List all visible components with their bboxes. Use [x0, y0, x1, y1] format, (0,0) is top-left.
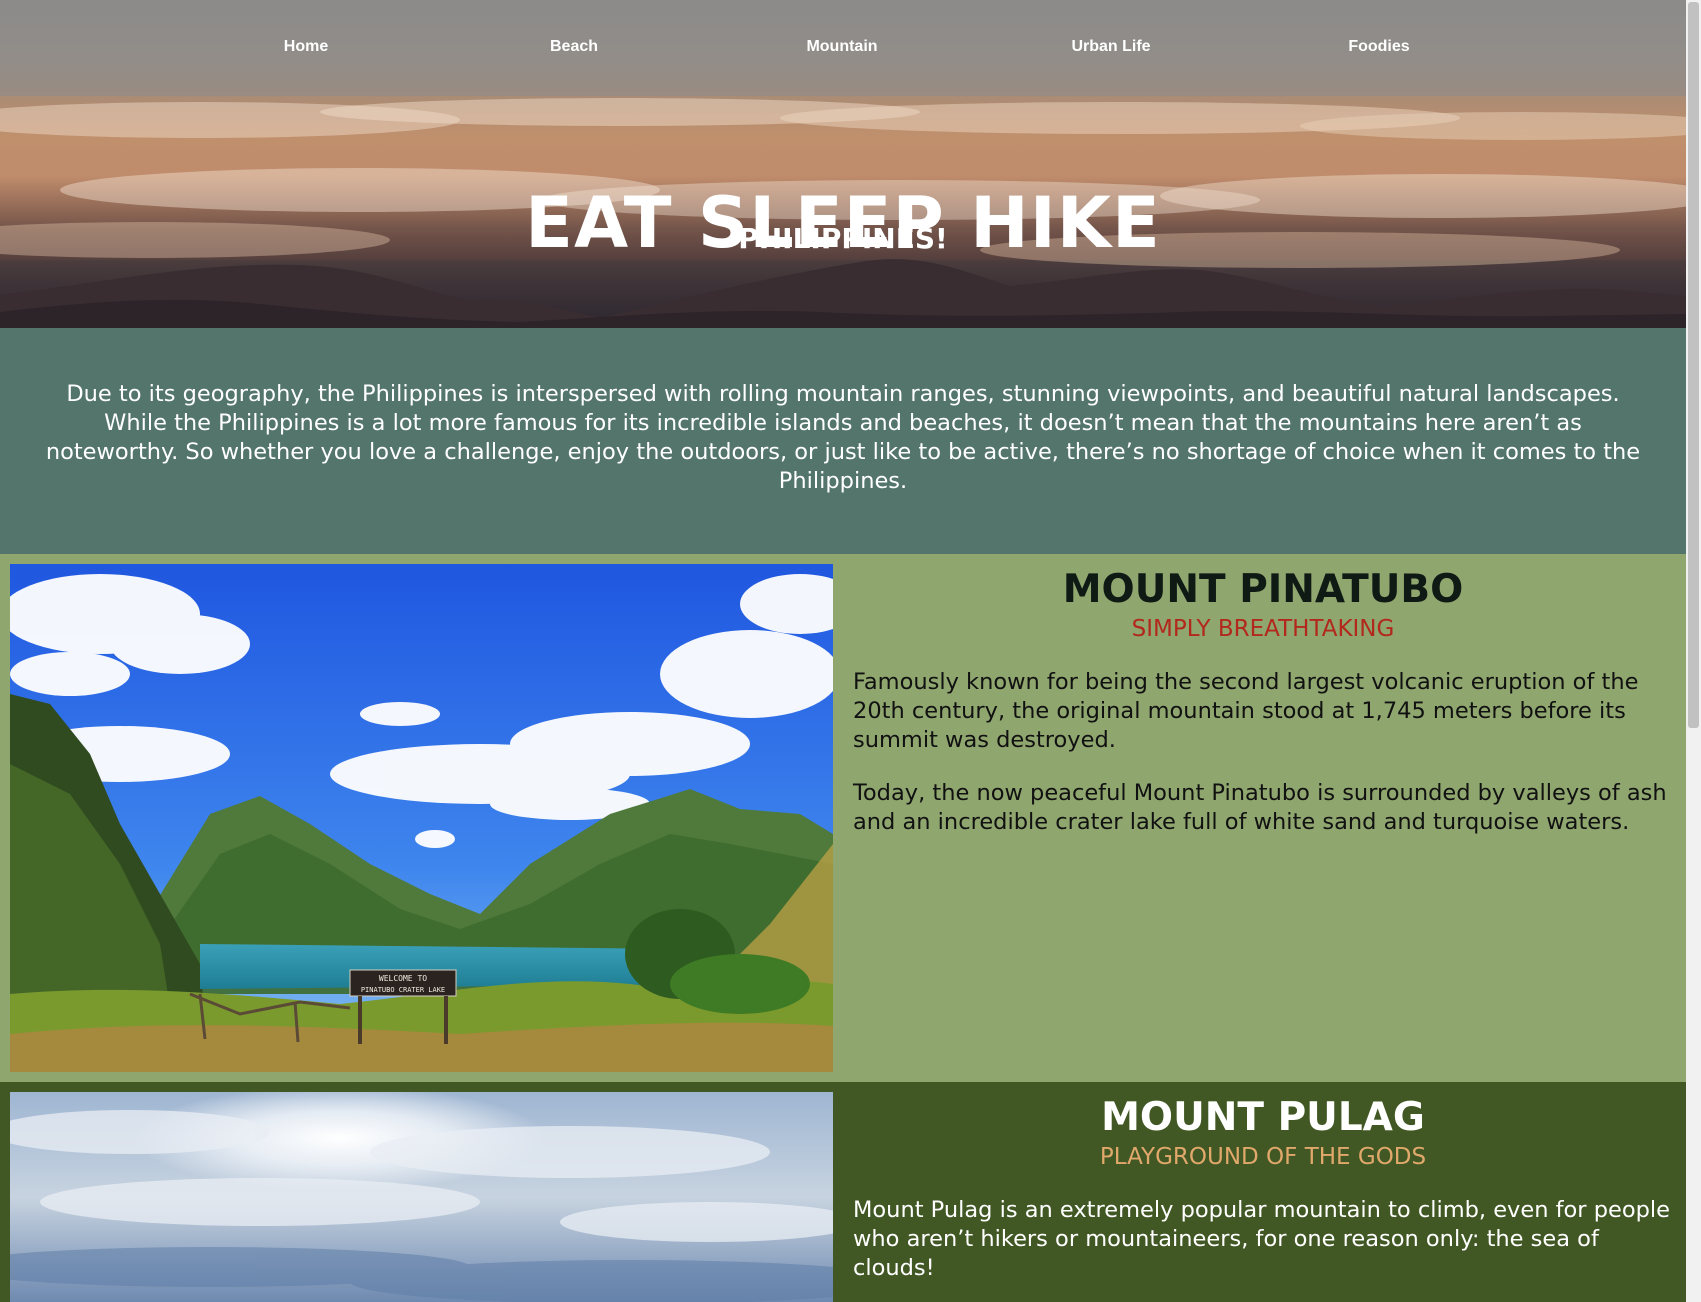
- mount-pinatubo-photo: WELCOME TO PINATUBO CRATER LAKE: [10, 564, 833, 1072]
- hero-subtitle: PHILIPPINES!: [738, 222, 948, 255]
- intro-section: Due to its geography, the Philippines is…: [0, 328, 1686, 554]
- nav-foodies[interactable]: Foodies: [1299, 38, 1459, 56]
- section-title: MOUNT PULAG: [1101, 1095, 1425, 1140]
- mount-pinatubo-text: MOUNT PINATUBO SIMPLY BREATHTAKING Famou…: [853, 566, 1673, 837]
- crater-lake-sign-line2: PINATUBO CRATER LAKE: [361, 986, 445, 994]
- crater-lake-sign-line1: WELCOME TO: [379, 974, 427, 983]
- nav-beach[interactable]: Beach: [494, 38, 654, 56]
- page-scrollbar[interactable]: [1686, 0, 1701, 1302]
- section-title: MOUNT PINATUBO: [1062, 567, 1464, 612]
- mount-pinatubo-section: WELCOME TO PINATUBO CRATER LAKE MOUNT PI…: [0, 554, 1686, 1082]
- section-paragraph: Mount Pulag is an extremely popular moun…: [853, 1197, 1670, 1281]
- scrollbar-thumb[interactable]: [1688, 2, 1699, 728]
- main-nav: Home Beach Mountain Urban Life Foodies: [0, 0, 1686, 96]
- page: Home Beach Mountain Urban Life Foodies E…: [0, 0, 1686, 1302]
- mount-pulag-section: MOUNT PULAG PLAYGROUND OF THE GODS Mount…: [0, 1082, 1686, 1302]
- nav-mountain[interactable]: Mountain: [762, 38, 922, 56]
- intro-text: Due to its geography, the Philippines is…: [45, 381, 1641, 494]
- hero-banner: Home Beach Mountain Urban Life Foodies E…: [0, 0, 1686, 328]
- section-subtitle: PLAYGROUND OF THE GODS: [1099, 1144, 1427, 1170]
- section-paragraph: Today, the now peaceful Mount Pinatubo i…: [853, 780, 1667, 835]
- nav-home[interactable]: Home: [226, 38, 386, 56]
- mount-pulag-photo: [10, 1092, 833, 1302]
- mount-pulag-text: MOUNT PULAG PLAYGROUND OF THE GODS Mount…: [853, 1094, 1673, 1283]
- section-subtitle: SIMPLY BREATHTAKING: [1131, 616, 1395, 642]
- nav-urban-life[interactable]: Urban Life: [1031, 38, 1191, 56]
- section-paragraph: Famously known for being the second larg…: [853, 669, 1639, 753]
